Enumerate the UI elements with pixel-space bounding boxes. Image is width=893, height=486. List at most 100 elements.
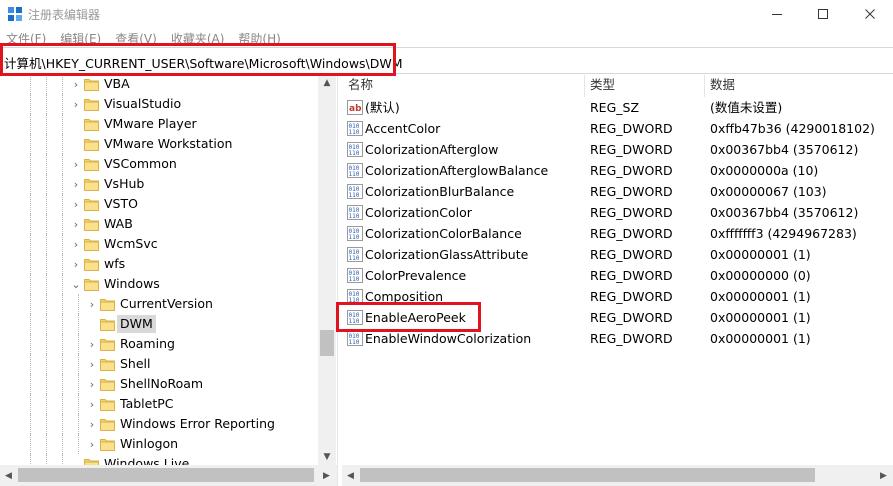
- tree-scroll-thumb[interactable]: [320, 330, 334, 356]
- value-row[interactable]: 010 110 EnableAeroPeek REG_DWORD 0x00000001 …: [342, 307, 893, 328]
- list-header: 名称 类型 数据: [342, 75, 893, 97]
- tree-guide-line: [62, 154, 63, 174]
- expand-chevron-icon[interactable]: ›: [86, 338, 98, 350]
- value-type: REG_DWORD: [590, 163, 673, 178]
- tree-item[interactable]: › TabletPC: [0, 394, 318, 414]
- scroll-right-arrow-icon[interactable]: ▶: [318, 465, 335, 486]
- folder-icon: [84, 199, 99, 211]
- menu-help[interactable]: 帮助(H): [231, 28, 287, 48]
- menu-edit[interactable]: 编辑(E): [53, 28, 108, 48]
- expand-chevron-icon[interactable]: ›: [70, 218, 82, 230]
- tree-horizontal-scrollbar[interactable]: ◀ ▶: [0, 465, 337, 486]
- expand-chevron-icon[interactable]: ›: [70, 178, 82, 190]
- tree-item[interactable]: DWM: [0, 314, 318, 334]
- value-row[interactable]: 010 110 ColorizationBlurBalance REG_DWORD 0x…: [342, 181, 893, 202]
- folder-icon: [84, 159, 99, 171]
- tree-item[interactable]: › wfs: [0, 254, 318, 274]
- tree-guide-line: [30, 274, 31, 294]
- key-tree-pane[interactable]: › VBA › VisualStudio VMware Player VMware Wor…: [0, 75, 337, 465]
- menu-file[interactable]: 文件(F): [0, 28, 53, 48]
- expand-chevron-icon[interactable]: ›: [70, 258, 82, 270]
- expand-chevron-icon[interactable]: ›: [70, 238, 82, 250]
- binary-value-icon: 010110: [347, 121, 363, 136]
- tree-item[interactable]: › CurrentVersion: [0, 294, 318, 314]
- expand-chevron-icon[interactable]: ›: [86, 438, 98, 450]
- tree-guide-line: [30, 134, 31, 154]
- scroll-left-arrow-icon[interactable]: ◀: [342, 465, 359, 486]
- maximize-button[interactable]: [800, 0, 846, 28]
- menu-favorites[interactable]: 收藏夹(A): [164, 28, 232, 48]
- value-row[interactable]: 010 110 ColorizationAfterglowBalance REG_DW…: [342, 160, 893, 181]
- tree-item[interactable]: VMware Workstation: [0, 134, 318, 154]
- folder-icon: [100, 339, 115, 351]
- tree-item[interactable]: › Roaming: [0, 334, 318, 354]
- tree-guide-line: [30, 454, 31, 465]
- tree-item[interactable]: ⌄ Windows: [0, 274, 318, 294]
- minimize-button[interactable]: [754, 0, 800, 28]
- tree-item[interactable]: › VSTO: [0, 194, 318, 214]
- tree-guide-line: [62, 334, 63, 354]
- value-row[interactable]: 010 110 ColorPrevalence REG_DWORD 0x00000000…: [342, 265, 893, 286]
- tree-guide-line: [30, 154, 31, 174]
- binary-value-icon: 010110: [347, 184, 363, 199]
- tree-guide-line: [46, 234, 47, 254]
- tree-item[interactable]: › Winlogon: [0, 434, 318, 454]
- tree-guide-line: [46, 254, 47, 274]
- value-row[interactable]: 010 110 ColorizationColorBalance REG_DWORD 0…: [342, 223, 893, 244]
- close-button[interactable]: [847, 0, 893, 28]
- expand-chevron-icon[interactable]: ›: [86, 398, 98, 410]
- value-type: REG_DWORD: [590, 121, 673, 136]
- list-horizontal-scrollbar[interactable]: ◀ ▶: [342, 465, 893, 486]
- value-row[interactable]: 010 110 ColorizationAfterglow REG_DWORD 0x00…: [342, 139, 893, 160]
- value-type: REG_DWORD: [590, 142, 673, 157]
- value-row[interactable]: 010 110 ColorizationColor REG_DWORD 0x00367b…: [342, 202, 893, 223]
- tree-item[interactable]: › VisualStudio: [0, 94, 318, 114]
- tree-guide-line: [46, 174, 47, 194]
- value-row[interactable]: ab (默认) REG_SZ (数值未设置): [342, 97, 893, 118]
- scroll-left-arrow-icon[interactable]: ◀: [0, 465, 17, 486]
- menu-bar: 文件(F) 编辑(E) 查看(V) 收藏夹(A) 帮助(H): [0, 28, 893, 48]
- values-list-pane[interactable]: 名称 类型 数据 ab (默认) REG_SZ (数值未设置) 010 110 Accent…: [342, 75, 893, 465]
- tree-item[interactable]: › Shell: [0, 354, 318, 374]
- expand-chevron-icon[interactable]: ›: [86, 358, 98, 370]
- address-bar[interactable]: 计算机\HKEY_CURRENT_USER\Software\Microsoft…: [0, 47, 893, 74]
- value-row[interactable]: 010 110 EnableWindowColorization REG_DWORD 0…: [342, 328, 893, 349]
- scroll-up-arrow-icon[interactable]: ▲: [318, 75, 336, 91]
- column-header-name[interactable]: 名称: [342, 75, 373, 97]
- collapse-chevron-icon[interactable]: ⌄: [70, 278, 82, 290]
- tree-item[interactable]: › ShellNoRoam: [0, 374, 318, 394]
- menu-view[interactable]: 查看(V): [108, 28, 164, 48]
- tree-item[interactable]: › VSCommon: [0, 154, 318, 174]
- value-type: REG_DWORD: [590, 268, 673, 283]
- tree-vertical-scrollbar[interactable]: ▲ ▼: [318, 75, 336, 465]
- tree-item[interactable]: › VsHub: [0, 174, 318, 194]
- list-hscroll-thumb[interactable]: [360, 468, 815, 482]
- scroll-right-arrow-icon[interactable]: ▶: [875, 465, 892, 486]
- value-row[interactable]: 010 110 AccentColor REG_DWORD 0xffb47b36 (42…: [342, 118, 893, 139]
- value-data: 0x00367bb4 (3570612): [710, 205, 859, 220]
- expand-chevron-icon[interactable]: ›: [86, 298, 98, 310]
- tree-item[interactable]: › VBA: [0, 75, 318, 94]
- tree-item[interactable]: › WcmSvc: [0, 234, 318, 254]
- svg-text:110: 110: [349, 129, 360, 136]
- expand-chevron-icon[interactable]: ›: [70, 198, 82, 210]
- scroll-down-arrow-icon[interactable]: ▼: [318, 449, 336, 465]
- tree-guide-line: [30, 254, 31, 274]
- tree-item[interactable]: Windows Live: [0, 454, 318, 465]
- value-data: 0x00000001 (1): [710, 247, 811, 262]
- expand-chevron-icon[interactable]: ›: [86, 418, 98, 430]
- expand-chevron-icon[interactable]: ›: [86, 378, 98, 390]
- address-path[interactable]: 计算机\HKEY_CURRENT_USER\Software\Microsoft…: [4, 53, 403, 72]
- tree-item-label: WAB: [104, 216, 133, 231]
- tree-item[interactable]: › Windows Error Reporting: [0, 414, 318, 434]
- column-header-type[interactable]: 类型: [584, 75, 615, 97]
- expand-chevron-icon[interactable]: ›: [70, 98, 82, 110]
- column-header-data[interactable]: 数据: [704, 75, 735, 97]
- tree-hscroll-thumb[interactable]: [18, 468, 314, 482]
- tree-item[interactable]: VMware Player: [0, 114, 318, 134]
- value-row[interactable]: 010 110 ColorizationGlassAttribute REG_DWOR…: [342, 244, 893, 265]
- expand-chevron-icon[interactable]: ›: [70, 78, 82, 90]
- expand-chevron-icon[interactable]: ›: [70, 158, 82, 170]
- tree-item[interactable]: › WAB: [0, 214, 318, 234]
- value-row[interactable]: 010 110 Composition REG_DWORD 0x00000001 (1): [342, 286, 893, 307]
